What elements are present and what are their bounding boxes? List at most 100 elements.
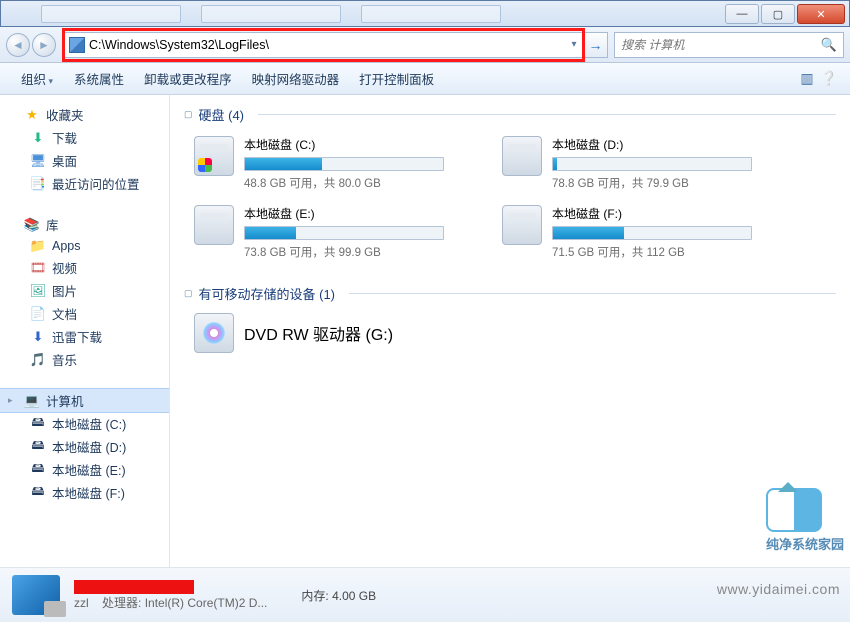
folder-icon: 📁 <box>30 238 46 254</box>
forward-button[interactable]: ► <box>32 33 56 57</box>
drive-item[interactable]: 本地磁盘 (E:) 73.8 GB 可用，共 99.9 GB <box>194 205 454 260</box>
tree-drive-f[interactable]: 🖴 本地磁盘 (F:) <box>0 481 169 504</box>
minimize-button[interactable]: — <box>725 4 759 24</box>
details-cpu-label: 处理器: <box>102 596 141 610</box>
go-button[interactable]: → <box>584 32 608 58</box>
tree-label: 迅雷下载 <box>52 327 102 346</box>
tree-downloads[interactable]: ⬇ 下载 <box>0 126 169 149</box>
drive-icon: 🖴 <box>30 416 46 432</box>
tree-documents[interactable]: 📄 文档 <box>0 302 169 325</box>
search-input[interactable] <box>621 38 821 52</box>
drive-usage-bar <box>244 226 444 240</box>
music-icon: 🎵 <box>30 352 46 368</box>
desktop-icon: 🖥 <box>30 153 46 169</box>
tree-desktop[interactable]: 🖥 桌面 <box>0 149 169 172</box>
drive-name: DVD RW 驱动器 (G:) <box>244 321 393 345</box>
tree-label: 本地磁盘 (F:) <box>52 483 125 502</box>
close-button[interactable]: ✕ <box>797 4 845 24</box>
hard-drive-icon <box>194 205 234 245</box>
drive-usage-bar <box>244 157 444 171</box>
title-tab[interactable] <box>41 5 181 23</box>
hard-drive-icon <box>502 136 542 176</box>
tree-libraries[interactable]: 📚 库 <box>0 213 169 236</box>
system-properties-button[interactable]: 系统属性 <box>64 65 134 92</box>
divider <box>258 114 836 115</box>
tree-drive-c[interactable]: 🖴 本地磁盘 (C:) <box>0 412 169 435</box>
title-tab[interactable] <box>201 5 341 23</box>
search-box[interactable]: 🔍 <box>614 32 844 58</box>
drive-space-text: 48.8 GB 可用，共 80.0 GB <box>244 175 444 191</box>
section-header-hdd[interactable]: 硬盘 (4) <box>184 105 836 128</box>
window-controls: — ▢ ✕ <box>725 3 849 24</box>
help-icon[interactable]: ❔ <box>818 70 840 87</box>
divider <box>349 293 836 294</box>
back-button[interactable]: ◄ <box>6 33 30 57</box>
tree-pictures[interactable]: 🖼 图片 <box>0 279 169 302</box>
tree-label: 本地磁盘 (D:) <box>52 437 126 456</box>
address-bar[interactable]: ▾ <box>64 32 584 58</box>
tree-xunlei-downloads[interactable]: ⬇ 迅雷下载 <box>0 325 169 348</box>
map-network-drive-button[interactable]: 映射网络驱动器 <box>242 65 350 92</box>
tree-videos[interactable]: 🎞 视频 <box>0 256 169 279</box>
library-icon: 📚 <box>24 217 40 233</box>
drive-item[interactable]: 本地磁盘 (D:)78.8 GB 可用，共 79.9 GB <box>502 136 762 191</box>
hard-drive-icon <box>502 205 542 245</box>
tree-label: Apps <box>52 239 81 253</box>
search-icon: 🔍 <box>821 37 837 53</box>
watermark-logo: 纯净系统家园 <box>766 488 844 553</box>
section-header-removable[interactable]: 有可移动存储的设备 (1) <box>184 284 836 307</box>
content-pane[interactable]: 硬盘 (4) 本地磁盘 (C:)48.8 GB 可用，共 80.0 GB本地磁盘… <box>170 95 850 567</box>
drive-item[interactable]: 本地磁盘 (F:)71.5 GB 可用，共 112 GB <box>502 205 762 260</box>
picture-icon: 🖼 <box>30 283 46 299</box>
drive-usage-bar <box>552 157 752 171</box>
drive-icon: 🖴 <box>30 439 46 455</box>
organize-button[interactable]: 组织 <box>10 64 64 93</box>
maximize-button[interactable]: ▢ <box>761 4 795 24</box>
drive-name: 本地磁盘 (E:) <box>244 205 444 222</box>
address-input[interactable] <box>89 34 565 56</box>
tree-drive-e[interactable]: 🖴 本地磁盘 (E:) <box>0 458 169 481</box>
tree-label: 本地磁盘 (E:) <box>52 460 126 479</box>
tree-label: 最近访问的位置 <box>52 174 140 193</box>
drive-space-text: 71.5 GB 可用，共 112 GB <box>552 244 752 260</box>
download-icon: ⬇ <box>30 329 46 345</box>
drive-icon: 🖴 <box>30 462 46 478</box>
tree-computer[interactable]: ▸ 💻 计算机 <box>0 389 169 412</box>
details-mem-value: 4.00 GB <box>332 589 376 603</box>
redacted-bar <box>74 580 194 594</box>
tree-label: 库 <box>46 215 59 234</box>
computer-icon: 💻 <box>24 393 40 409</box>
tree-recent[interactable]: 📑 最近访问的位置 <box>0 172 169 195</box>
drive-space-text: 73.8 GB 可用，共 99.9 GB <box>244 244 444 260</box>
title-tab[interactable] <box>361 5 501 23</box>
tree-label: 下载 <box>52 128 77 147</box>
tree-label: 音乐 <box>52 350 77 369</box>
computer-large-icon <box>12 575 60 615</box>
tree-label: 文档 <box>52 304 77 323</box>
uninstall-programs-button[interactable]: 卸载或更改程序 <box>134 65 242 92</box>
video-icon: 🎞 <box>30 260 46 276</box>
tree-favorites[interactable]: ★ 收藏夹 <box>0 103 169 126</box>
document-icon: 📄 <box>30 306 46 322</box>
drive-icon: 🖴 <box>30 485 46 501</box>
open-control-panel-button[interactable]: 打开控制面板 <box>349 65 444 92</box>
address-dropdown[interactable]: ▾ <box>565 39 583 50</box>
download-icon: ⬇ <box>30 130 46 146</box>
tree-music[interactable]: 🎵 音乐 <box>0 348 169 371</box>
titlebar: — ▢ ✕ <box>0 0 850 27</box>
drive-usage-bar <box>552 226 752 240</box>
drive-name: 本地磁盘 (C:) <box>244 136 444 153</box>
tree-apps[interactable]: 📁 Apps <box>0 236 169 256</box>
tree-drive-d[interactable]: 🖴 本地磁盘 (D:) <box>0 435 169 458</box>
drive-dvd[interactable]: DVD RW 驱动器 (G:) <box>184 307 836 359</box>
hard-drive-icon <box>194 136 234 176</box>
star-icon: ★ <box>24 107 40 123</box>
watermark-brand: 纯净系统家园 <box>766 534 844 553</box>
navigation-pane[interactable]: ★ 收藏夹 ⬇ 下载 🖥 桌面 📑 最近访问的位置 📚 库 <box>0 95 170 567</box>
drive-item[interactable]: 本地磁盘 (C:) 48.8 GB 可用，共 80.0 GB <box>194 136 454 191</box>
details-mem-label: 内存: <box>301 589 328 603</box>
drive-name: 本地磁盘 (D:) <box>552 136 752 153</box>
section-title: 有可移动存储的设备 (1) <box>199 284 336 303</box>
title-tabs <box>41 5 501 23</box>
view-options-icon[interactable]: ▥ <box>796 70 818 87</box>
